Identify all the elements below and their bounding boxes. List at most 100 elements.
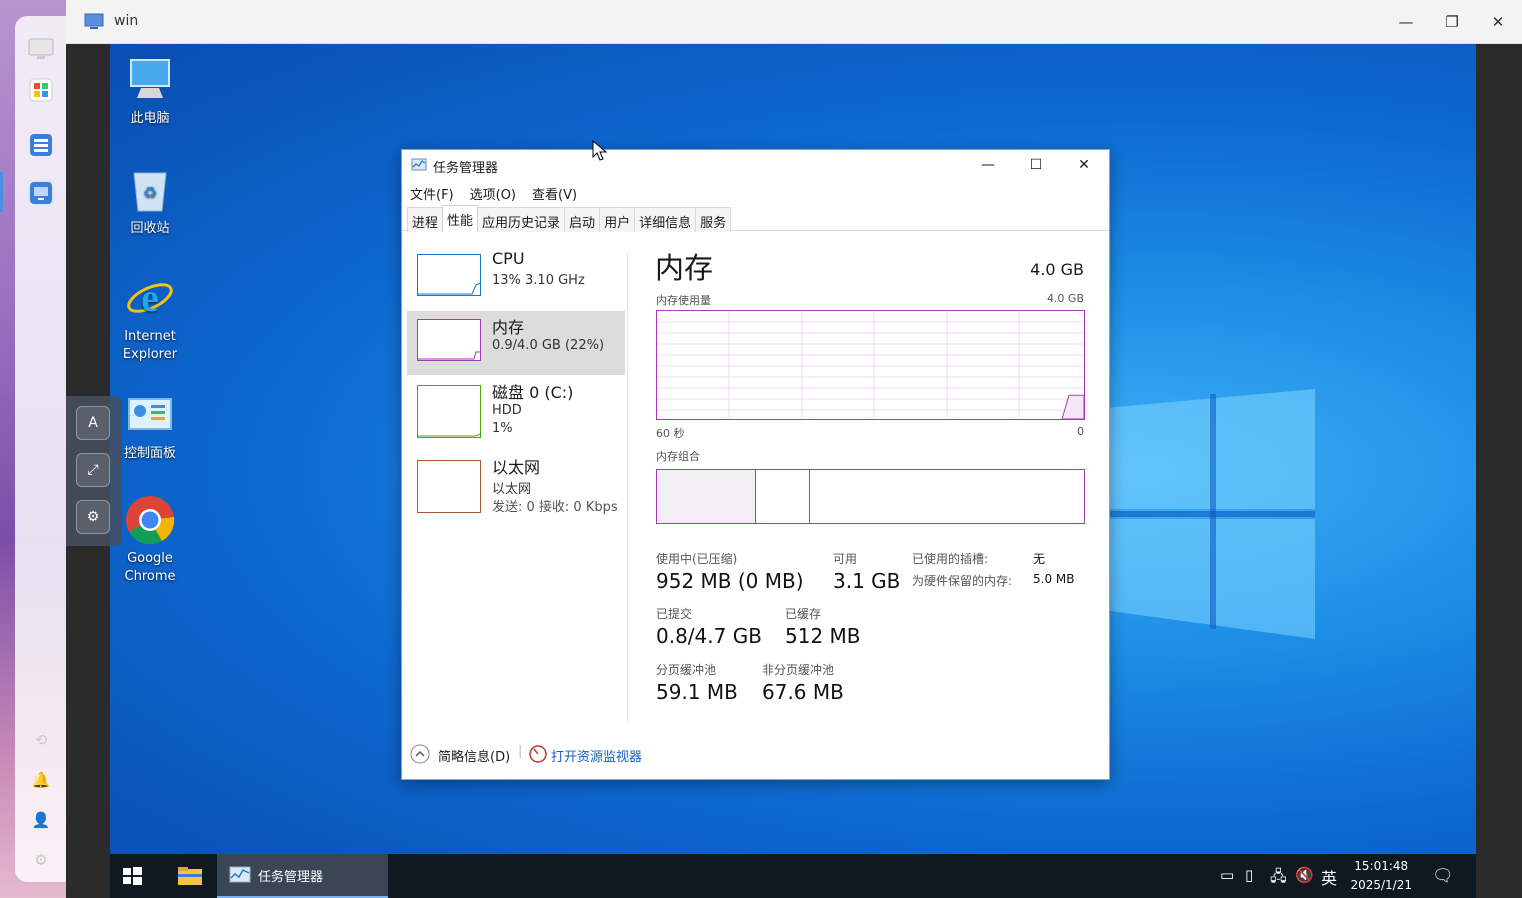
disk-thumbnail <box>417 385 481 438</box>
tab-processes[interactable]: 进程 <box>407 207 444 232</box>
server-list-icon[interactable] <box>28 132 54 158</box>
mouse-cursor-icon <box>592 140 608 161</box>
taskbar-task-manager[interactable]: 任务管理器 <box>217 854 388 898</box>
memory-usage-plot <box>657 311 1085 420</box>
minimize-button[interactable]: — <box>1391 8 1421 36</box>
refresh-icon[interactable]: ⟲ <box>31 730 51 750</box>
floating-toolbar: A ⤢ ⚙ <box>66 396 122 546</box>
task-manager-title: 任务管理器 <box>433 161 499 176</box>
resource-disk-type: HDD <box>492 403 522 418</box>
notification-icon[interactable]: 🗨 <box>1432 866 1454 886</box>
memory-composition-bar <box>656 469 1085 524</box>
bell-icon[interactable]: 🔔 <box>31 770 51 790</box>
internet-explorer-icon: e <box>124 272 176 324</box>
hw-reserved-label: 为硬件保留的内存: <box>912 574 1013 588</box>
svg-text:e: e <box>141 275 159 320</box>
taskbar-clock[interactable]: 15:01:48 2025/1/21 <box>1350 857 1412 895</box>
desktop-icon-this-pc[interactable]: 此电脑 <box>110 54 190 128</box>
graph-time-start: 60 秒 <box>656 427 685 440</box>
close-button[interactable]: ✕ <box>1483 8 1513 36</box>
ime-indicator[interactable]: 英 <box>1321 865 1337 889</box>
resource-disk[interactable]: 磁盘 0 (C:) HDD 1% <box>407 376 625 450</box>
resource-cpu[interactable]: CPU 13% 3.10 GHz <box>407 246 625 310</box>
committed-value: 0.8/4.7 GB <box>656 624 762 648</box>
available-label: 可用 <box>833 552 858 566</box>
cached-label: 已缓存 <box>785 607 822 621</box>
tm-minimize-button[interactable]: — <box>965 150 1011 180</box>
fewer-details-link[interactable]: 简略信息(D) <box>438 746 510 765</box>
taskbar-task-manager-label: 任务管理器 <box>258 870 324 885</box>
host-window-titlebar: win — ❐ ✕ <box>66 0 1522 44</box>
menu-file[interactable]: 文件(F) <box>402 181 462 203</box>
recycle-bin-icon: ♻ <box>124 164 176 216</box>
file-explorer-icon[interactable] <box>176 864 204 888</box>
gear-icon[interactable]: ⚙ <box>31 850 51 870</box>
tab-app-history[interactable]: 应用历史记录 <box>477 207 566 232</box>
composition-in-use <box>657 470 756 523</box>
panel-divider <box>627 252 628 722</box>
restore-button[interactable]: ❐ <box>1437 8 1467 36</box>
desktop-icon-recycle-bin[interactable]: ♻ 回收站 <box>110 164 190 238</box>
monitor-icon[interactable] <box>28 36 54 62</box>
windows-logo-wallpaper <box>1095 389 1315 639</box>
footer-separator: | <box>518 744 523 759</box>
desktop-icon-google-chrome[interactable]: Google Chrome <box>110 494 190 586</box>
network-icon[interactable]: 🖧 <box>1270 866 1287 891</box>
usage-graph-label: 内存使用量 <box>656 294 711 307</box>
host-sidebar-panel: ⟲ 🔔 👤 ⚙ <box>15 16 66 882</box>
usage-graph-max: 4.0 GB <box>1046 292 1084 305</box>
resource-memory[interactable]: 内存 0.9/4.0 GB (22%) <box>407 311 625 375</box>
memory-usage-graph <box>656 310 1085 420</box>
windows-start-icon[interactable] <box>120 864 144 888</box>
resource-disk-usage: 1% <box>492 421 513 436</box>
resource-memory-name: 内存 <box>492 318 525 337</box>
desktop-icon-internet-explorer[interactable]: e Internet Explorer <box>110 272 190 364</box>
tm-maximize-button[interactable]: ☐ <box>1013 150 1059 180</box>
in-use-value: 952 MB (0 MB) <box>656 569 804 593</box>
resource-ethernet[interactable]: 以太网 以太网 发送: 0 接收: 0 Kbps <box>407 451 625 525</box>
volume-muted-icon[interactable]: 🔇 <box>1295 866 1314 884</box>
settings-icon[interactable]: ⚙ <box>76 500 110 534</box>
task-manager-taskbar-icon <box>229 866 251 883</box>
open-resource-monitor-link[interactable]: 打开资源监视器 <box>551 746 642 765</box>
resource-monitor-icon <box>529 745 547 763</box>
fullscreen-icon[interactable]: ⤢ <box>76 453 110 487</box>
resource-ethernet-name: 以太网 <box>492 458 541 477</box>
composition-label: 内存组合 <box>656 450 700 463</box>
control-panel-icon <box>124 389 176 441</box>
apps-grid-icon[interactable] <box>28 77 54 103</box>
remote-desktop-icon[interactable] <box>28 180 54 206</box>
remote-desktop[interactable]: 此电脑 ♻ 回收站 e Internet Explorer 控制面板 Googl… <box>110 44 1476 898</box>
computer-icon <box>124 54 176 106</box>
remote-window-icon <box>84 13 104 29</box>
keyboard-icon[interactable]: A <box>76 406 110 440</box>
slots-used-value: 无 <box>1033 552 1046 566</box>
chevron-up-icon[interactable] <box>410 744 430 764</box>
usb-icon[interactable]: ▯ <box>1245 866 1253 884</box>
tm-close-button[interactable]: ✕ <box>1061 150 1107 180</box>
resource-ethernet-adapter: 以太网 <box>492 482 532 497</box>
user-icon[interactable]: 👤 <box>31 810 51 830</box>
desktop-icon-control-panel[interactable]: 控制面板 <box>110 389 190 463</box>
tab-performance[interactable]: 性能 <box>442 205 479 232</box>
tab-startup[interactable]: 启动 <box>564 207 601 232</box>
nonpaged-pool-value: 67.6 MB <box>762 680 844 704</box>
menu-options[interactable]: 选项(O) <box>462 181 524 203</box>
tab-strip: 进程 性能 应用历史记录 启动 用户 详细信息 服务 <box>402 205 1109 232</box>
host-window-title: win <box>114 13 139 29</box>
paged-pool-label: 分页缓冲池 <box>656 663 717 677</box>
tab-details[interactable]: 详细信息 <box>634 207 697 232</box>
resource-memory-usage: 0.9/4.0 GB (22%) <box>492 338 605 353</box>
desktop-icon[interactable]: ▭ <box>1220 866 1234 884</box>
nonpaged-pool-label: 非分页缓冲池 <box>762 663 835 677</box>
task-manager-icon <box>411 158 427 171</box>
graph-time-end: 0 <box>1077 425 1084 438</box>
in-use-label: 使用中(已压缩) <box>656 552 738 566</box>
committed-label: 已提交 <box>656 607 693 621</box>
menu-view[interactable]: 查看(V) <box>524 181 585 203</box>
resource-disk-name: 磁盘 0 (C:) <box>492 383 574 402</box>
tab-users[interactable]: 用户 <box>599 207 636 232</box>
task-manager-titlebar[interactable]: 任务管理器 — ☐ ✕ <box>402 150 1109 180</box>
task-manager-window[interactable]: 任务管理器 — ☐ ✕ 文件(F) 选项(O) 查看(V) 进程 性能 应用历史… <box>401 149 1110 780</box>
tab-services[interactable]: 服务 <box>695 207 732 232</box>
